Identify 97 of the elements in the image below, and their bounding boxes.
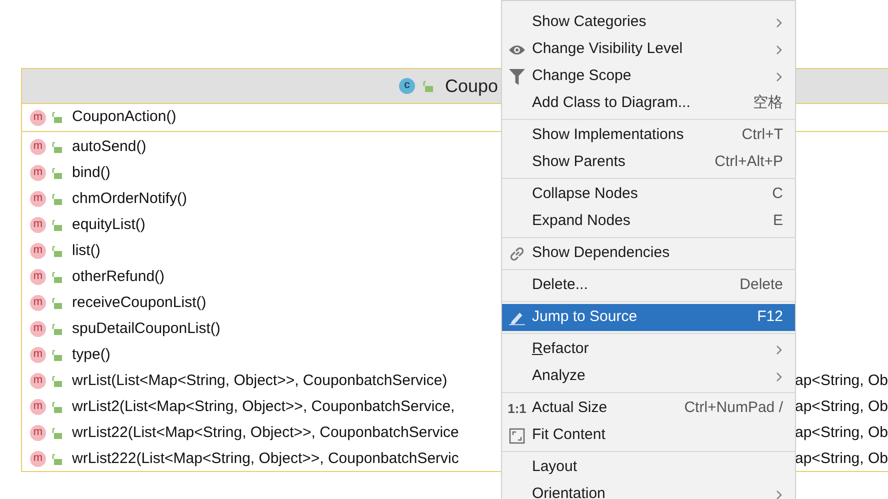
method-name: bind() (72, 162, 110, 183)
method-name: autoSend() (72, 136, 146, 157)
unlock-icon (52, 246, 62, 256)
ratio-icon: 1:1 (508, 398, 526, 418)
method-icon: m (30, 451, 46, 467)
method-icon: m (30, 295, 46, 311)
menu-label: Expand Nodes (532, 211, 630, 232)
class-title: Coupo (445, 74, 498, 98)
method-icon: m (30, 110, 46, 126)
method-icon: m (30, 217, 46, 233)
method-name: chmOrderNotify() (72, 188, 188, 209)
menu-item[interactable]: Jump to Source F12 (502, 304, 795, 331)
shortcut-text: E (772, 211, 783, 232)
menu-item[interactable]: 1:1 Actual Size Ctrl+NumPad / (502, 395, 795, 422)
method-icon: m (30, 347, 46, 363)
method-name: receiveCouponList() (72, 292, 206, 313)
unlock-icon (52, 220, 62, 230)
link-icon (509, 246, 525, 262)
method-icon: m (30, 425, 46, 441)
method-name: wrList(List<Map<String, Object>>, CouponbatchService) (72, 370, 448, 391)
shortcut-text: Ctrl+NumPad / (684, 398, 783, 418)
menu-label: Jump to Source (532, 307, 638, 328)
menu-item[interactable]: Expand Nodes E (502, 208, 795, 235)
menu-label: Show Implementations (532, 125, 684, 146)
method-name: type() (72, 344, 110, 365)
menu-item[interactable]: Layout (502, 454, 795, 481)
method-icon: m (30, 191, 46, 207)
menu-item[interactable]: Show Dependencies (502, 240, 795, 267)
pencil-icon (509, 310, 525, 326)
unlock-icon (52, 194, 62, 204)
method-name: equityList() (72, 214, 146, 235)
menu-item[interactable]: Refactor (502, 336, 795, 363)
menu-label: Delete... (532, 275, 588, 296)
shortcut-text: Delete (740, 275, 783, 296)
menu-label: Layout (532, 457, 578, 478)
menu-item[interactable]: Change Visibility Level (502, 36, 795, 63)
shortcut-text: F12 (757, 307, 783, 328)
unlock-icon (52, 376, 62, 386)
unlock-icon (52, 454, 62, 464)
menu-item[interactable]: Fit Content (502, 422, 795, 449)
unlock-icon (52, 112, 62, 123)
unlock-icon (423, 80, 433, 92)
method-name: CouponAction() (72, 107, 176, 128)
unlock-icon (52, 142, 62, 152)
menu-item[interactable]: Add Class to Diagram... 空格 (502, 90, 795, 117)
menu-item[interactable]: Show Categories (502, 9, 795, 36)
shortcut-text: 空格 (753, 93, 783, 114)
method-name: wrList222(List<Map<String, Object>>, CouponbatchServic (72, 448, 459, 469)
method-icon: m (30, 165, 46, 181)
method-name: wrList2(List<Map<String, Object>>, CouponbatchService, (72, 396, 455, 417)
menu-item[interactable]: Change Scope (502, 63, 795, 90)
menu-label: Change Visibility Level (532, 39, 683, 60)
unlock-icon (52, 324, 62, 334)
method-name: list() (72, 240, 100, 261)
unlock-icon (52, 272, 62, 282)
menu-label: Analyze (532, 366, 586, 386)
menu-label: Show Dependencies (532, 243, 670, 264)
unlock-icon (52, 428, 62, 438)
menu-label: Show Parents (532, 152, 626, 172)
menu-label: Change Scope (532, 66, 632, 86)
method-icon: m (30, 243, 46, 259)
class-icon: c (399, 78, 415, 94)
method-name: wrList22(List<Map<String, Object>>, CouponbatchService (72, 422, 459, 443)
shortcut-text: C (772, 184, 783, 204)
eye-icon (509, 44, 525, 56)
method-icon: m (30, 321, 46, 337)
menu-label: Refactor (532, 339, 589, 360)
menu-item[interactable]: Analyze (502, 363, 795, 390)
menu-label: Add Class to Diagram... (532, 93, 690, 114)
shortcut-text: Ctrl+T (742, 125, 783, 146)
menu-label: Actual Size (532, 398, 608, 418)
menu-item[interactable]: Delete... Delete (502, 272, 795, 299)
method-icon: m (30, 269, 46, 285)
unlock-icon (52, 402, 62, 412)
menu-label: Collapse Nodes (532, 184, 638, 204)
method-icon: m (30, 139, 46, 155)
menu-label: Fit Content (532, 425, 606, 446)
shortcut-text: Ctrl+Alt+P (714, 152, 783, 172)
unlock-icon (52, 350, 62, 360)
unlock-icon (52, 298, 62, 308)
menu-label: Orientation (532, 484, 606, 499)
method-name: ap<String, Ob (795, 370, 888, 391)
method-name: otherRefund() (72, 266, 165, 287)
menu-item[interactable]: Collapse Nodes C (502, 181, 795, 208)
filter-icon (509, 68, 525, 84)
method-name: ap<String, Ob (795, 448, 888, 469)
menu-item[interactable]: Show Parents Ctrl+Alt+P (502, 149, 795, 176)
fit-frame-icon (509, 428, 525, 444)
unlock-icon (52, 168, 62, 178)
method-name: spuDetailCouponList() (72, 318, 220, 339)
menu-item[interactable]: Orientation (502, 481, 795, 499)
method-name: ap<String, Ob (795, 422, 888, 443)
method-icon: m (30, 399, 46, 415)
menu-label: Show Categories (532, 12, 646, 32)
method-name: ap<String, Ob (795, 396, 888, 417)
menu-item[interactable]: Show Implementations Ctrl+T (502, 122, 795, 149)
method-icon: m (30, 373, 46, 389)
